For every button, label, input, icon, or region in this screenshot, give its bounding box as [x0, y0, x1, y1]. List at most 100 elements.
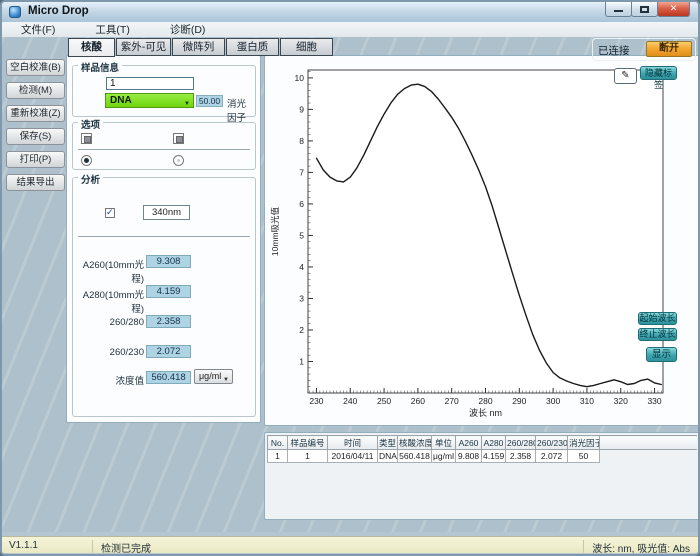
analysis-label-2: A280(10mm光程): [73, 287, 144, 315]
svg-text:280: 280: [478, 396, 492, 406]
analysis-value-2: 4.159: [146, 285, 191, 298]
table-header-3[interactable]: 时间: [328, 436, 378, 450]
analysis-divider: [78, 236, 250, 237]
svg-text:330: 330: [647, 396, 661, 406]
option-radio-1[interactable]: [81, 155, 92, 166]
option-checkbox-2[interactable]: [173, 133, 184, 144]
svg-text:8: 8: [299, 136, 304, 146]
svg-text:10: 10: [295, 73, 305, 83]
sample-type-select[interactable]: DNA ▼: [105, 93, 194, 108]
status-message: 检测已完成: [92, 540, 151, 555]
table-header-filler: [600, 436, 698, 450]
chevron-down-icon: ▼: [184, 98, 190, 111]
svg-text:6: 6: [299, 199, 304, 209]
show-button[interactable]: 显示: [646, 347, 677, 362]
sidebar-button-2[interactable]: 检测(M): [6, 82, 65, 99]
extinction-factor-label: 消光因子: [227, 96, 255, 124]
concentration-unit-value: μg/ml: [199, 371, 221, 381]
chart-panel: 2302402502602702802903003103203301234567…: [264, 55, 700, 426]
tab-4[interactable]: 蛋白质: [226, 38, 279, 56]
connection-group: 已连接 断开: [592, 38, 696, 61]
wavelength-checkbox[interactable]: [105, 208, 115, 218]
minimize-icon: [614, 10, 623, 12]
sidebar-button-3[interactable]: 重新校准(Z): [6, 105, 65, 122]
table-header-10[interactable]: 260/230: [536, 436, 568, 450]
menu-item-1[interactable]: 文件(F): [12, 22, 64, 37]
svg-text:2: 2: [299, 325, 304, 335]
disconnect-button[interactable]: 断开: [646, 41, 692, 57]
options-divider: [78, 149, 250, 150]
table-header-7[interactable]: A260: [456, 436, 482, 450]
svg-text:290: 290: [512, 396, 526, 406]
table-header-1[interactable]: No.: [268, 436, 288, 450]
svg-text:7: 7: [299, 167, 304, 177]
table-header-9[interactable]: 260/280: [506, 436, 536, 450]
analysis-label-5: 浓度值: [73, 373, 144, 387]
extinction-factor-field[interactable]: 50.00: [196, 95, 223, 107]
sidebar-button-1[interactable]: 空白校准(B): [6, 59, 65, 76]
tab-5[interactable]: 细胞: [280, 38, 333, 56]
app-window: Micro Drop ✕ 文件(F) 工具(T) 诊断(D) 核酸紫外-可见微阵列蛋…: [0, 0, 700, 556]
table-header-5[interactable]: 核酸浓度: [398, 436, 432, 450]
app-icon: [9, 6, 21, 18]
sample-id-input[interactable]: [106, 77, 194, 90]
analysis-title: 分析: [78, 172, 103, 186]
option-checkbox-1[interactable]: [81, 133, 92, 144]
maximize-icon: [640, 6, 649, 13]
sample-info-title: 样品信息: [78, 60, 122, 74]
end-wavelength-button[interactable]: 终止波长: [638, 328, 677, 341]
concentration-unit-select[interactable]: μg/ml ▼: [194, 369, 233, 384]
sidebar-button-6[interactable]: 结果导出: [6, 174, 65, 191]
chevron-down-icon: ▼: [223, 374, 229, 387]
table-header-2[interactable]: 样品编号: [288, 436, 328, 450]
table-cell: μg/ml: [432, 450, 456, 463]
svg-text:4: 4: [299, 262, 304, 272]
table-cell: 2016/04/11: [328, 450, 378, 463]
svg-text:9: 9: [299, 104, 304, 114]
table-cell: 1: [288, 450, 328, 463]
table-header-8[interactable]: A280: [482, 436, 506, 450]
menu-item-3[interactable]: 诊断(D): [161, 22, 215, 37]
table-cell: 50: [568, 450, 600, 463]
window-title: Micro Drop: [28, 5, 89, 17]
close-button[interactable]: ✕: [657, 2, 690, 17]
version-label: V1.1.1: [9, 540, 38, 551]
table-cell-filler: [600, 450, 698, 463]
menu-bar: 文件(F) 工具(T) 诊断(D): [2, 22, 698, 38]
table-header-6[interactable]: 单位: [432, 436, 456, 450]
table-cell: 560.418: [398, 450, 432, 463]
svg-text:230: 230: [309, 396, 323, 406]
sidebar-button-4[interactable]: 保存(S): [6, 128, 65, 145]
analysis-value-4: 2.072: [146, 345, 191, 358]
menu-item-2[interactable]: 工具(T): [86, 22, 138, 37]
table-cell: 2.358: [506, 450, 536, 463]
options-title: 选项: [78, 117, 103, 131]
tab-3[interactable]: 微阵列: [172, 38, 225, 56]
sample-type-value: DNA: [110, 95, 132, 106]
tab-1[interactable]: 核酸: [68, 38, 115, 57]
table-header-11[interactable]: 消光因子: [568, 436, 600, 450]
table-header-4[interactable]: 类型: [378, 436, 398, 450]
table-cell: 9.808: [456, 450, 482, 463]
start-wavelength-button[interactable]: 起始波长: [638, 312, 677, 325]
analysis-label-3: 260/280: [73, 317, 144, 328]
svg-text:320: 320: [614, 396, 628, 406]
hide-labels-button[interactable]: 隐藏标签: [640, 66, 677, 80]
svg-text:270: 270: [445, 396, 459, 406]
sample-info-group: 样品信息 DNA ▼ 50.00 消光因子: [72, 65, 256, 117]
tab-2[interactable]: 紫外-可见: [116, 38, 171, 56]
wavelength-input[interactable]: [143, 205, 190, 220]
table-row[interactable]: 112016/04/11DNA560.418μg/ml9.8084.1592.3…: [268, 450, 698, 463]
results-table: No.样品编号时间类型核酸浓度单位A260A280260/280260/230消…: [267, 435, 697, 463]
svg-text:300: 300: [546, 396, 560, 406]
svg-text:240: 240: [343, 396, 357, 406]
left-panel: 样品信息 DNA ▼ 50.00 消光因子 选项 分析 A260(10mm光程)…: [66, 55, 261, 423]
analysis-label-1: A260(10mm光程): [73, 257, 144, 285]
maximize-button[interactable]: [631, 2, 658, 17]
svg-text:3: 3: [299, 293, 304, 303]
minimize-button[interactable]: [605, 2, 632, 17]
annotate-button[interactable]: ✎: [614, 68, 637, 84]
sidebar-button-5[interactable]: 打印(P): [6, 151, 65, 168]
option-radio-2[interactable]: [173, 155, 184, 166]
options-group: 选项: [72, 122, 256, 170]
